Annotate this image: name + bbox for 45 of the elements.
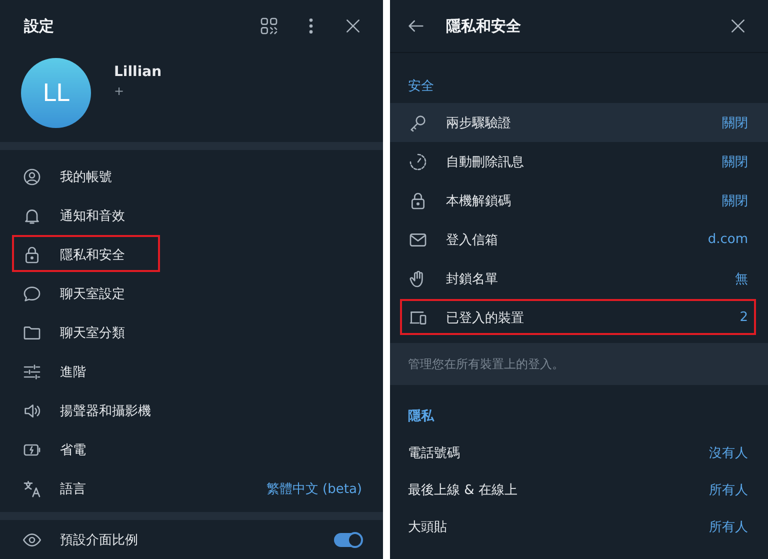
menu-item[interactable]: 通知和音效	[0, 196, 383, 235]
toggle-switch[interactable]	[334, 532, 362, 546]
person-icon	[22, 166, 42, 186]
menu-item[interactable]: 揚聲器和攝影機	[0, 391, 383, 430]
info-note: 管理您在所有裝置上的登入。	[408, 356, 564, 372]
panel-title: 隱私和安全	[446, 16, 521, 36]
avatar: LL	[21, 58, 91, 128]
menu-item[interactable]: 聊天室設定	[0, 274, 383, 313]
setting-value: d.com	[708, 232, 748, 247]
sliders-icon	[22, 362, 42, 382]
menu-item[interactable]: 隱私和安全	[0, 235, 383, 274]
timer-icon	[408, 152, 428, 172]
menu-item[interactable]: 進階	[0, 352, 383, 391]
setting-label: 預設介面比例	[60, 532, 138, 548]
setting-value: 沒有人	[709, 444, 748, 462]
setting-value: 關閉	[722, 192, 748, 210]
profile-name: Lillian	[114, 64, 162, 80]
panel-title: 設定	[24, 16, 54, 36]
setting-value: 關閉	[722, 114, 748, 132]
key-icon	[408, 112, 428, 132]
settings-row[interactable]: 電話號碼 沒有人	[390, 434, 768, 471]
menu-value: 繁體中文 (beta)	[266, 480, 362, 498]
setting-value: 所有人	[709, 518, 748, 536]
section-header: 安全	[407, 78, 435, 96]
translate-icon	[22, 478, 42, 498]
settings-row[interactable]: 封鎖名單 無	[390, 259, 768, 298]
chat-bubble-icon	[22, 284, 42, 304]
settings-row[interactable]: 登入信箱 d.com	[390, 220, 768, 259]
qr-code-icon[interactable]	[259, 16, 279, 36]
settings-row[interactable]: 已登入的裝置 2	[390, 298, 768, 337]
setting-value: 所有人	[709, 482, 748, 498]
settings-row[interactable]: 最後上線 & 在線上 所有人	[390, 471, 768, 508]
menu-item[interactable]: 語言 繁體中文 (beta)	[0, 469, 383, 508]
settings-row[interactable]: 兩步驟驗證 關閉	[390, 103, 768, 142]
setting-value: 無	[735, 270, 748, 288]
menu-item[interactable]: 省電	[0, 430, 383, 469]
settings-row[interactable]: 本機解鎖碼 關閉	[390, 181, 768, 220]
setting-value: 2	[740, 310, 748, 325]
menu-item[interactable]: 聊天室分類	[0, 313, 383, 352]
setting-value: 關閉	[722, 154, 748, 170]
menu-item[interactable]: 我的帳號	[0, 157, 383, 196]
settings-row[interactable]: 自動刪除訊息 關閉	[390, 142, 768, 181]
section-header: 隱私	[407, 408, 436, 426]
settings-row[interactable]: 大頭貼 所有人	[390, 508, 768, 545]
phone-number: +	[114, 84, 126, 98]
